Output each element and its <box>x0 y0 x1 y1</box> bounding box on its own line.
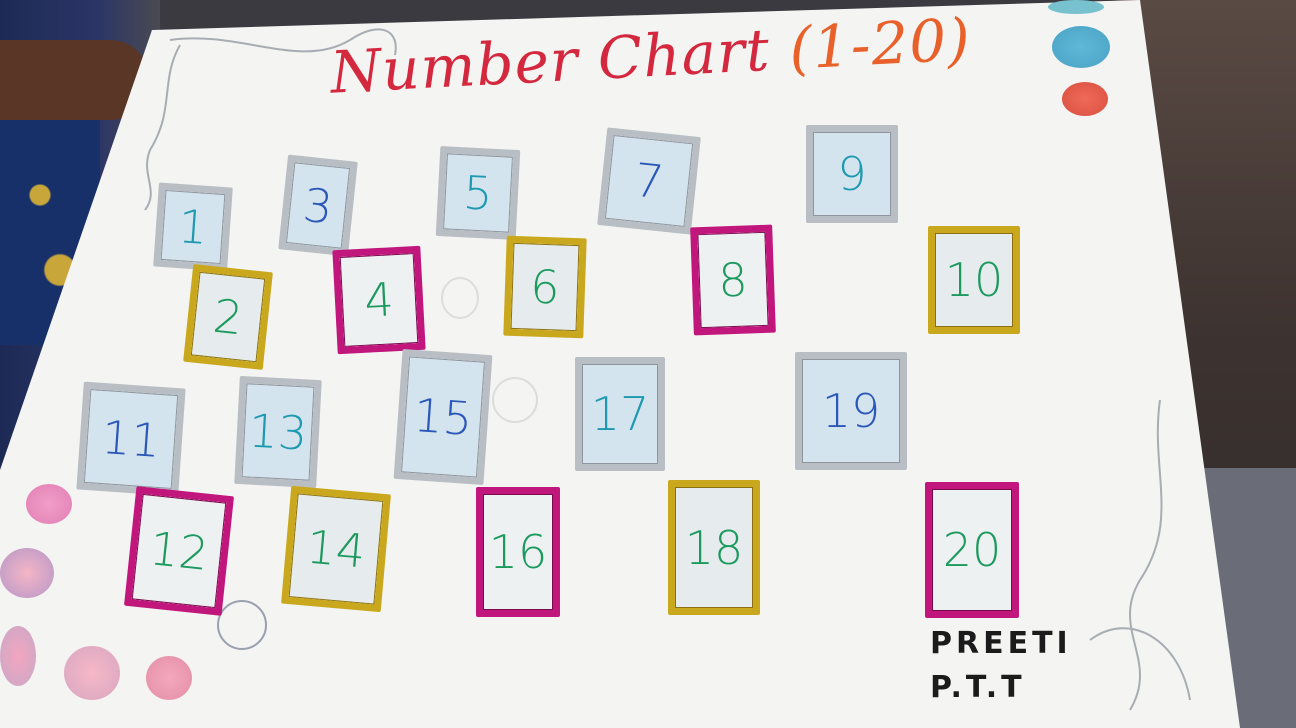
number-card-value: 10 <box>944 253 1004 307</box>
number-card-value: 20 <box>942 523 1002 577</box>
number-card-11: 11 <box>76 381 186 497</box>
number-card-value: 19 <box>821 384 881 438</box>
number-card-value: 9 <box>837 147 867 201</box>
number-card-value: 5 <box>461 165 495 221</box>
number-card-value: 18 <box>684 520 744 575</box>
number-card-value: 14 <box>304 519 368 579</box>
number-card-17: 17 <box>575 357 665 471</box>
number-card-value: 17 <box>590 387 650 441</box>
number-card-value: 4 <box>362 272 396 328</box>
number-card-2: 2 <box>183 264 273 370</box>
signature: PREETI P.T.T <box>930 622 1072 710</box>
number-card-18: 18 <box>668 480 760 615</box>
number-card-value: 3 <box>300 177 336 234</box>
number-card-6: 6 <box>503 235 587 339</box>
number-card-12: 12 <box>123 486 235 616</box>
number-card-19: 19 <box>795 352 907 470</box>
decor-dot <box>146 656 192 700</box>
number-card-14: 14 <box>281 485 391 613</box>
decor-dot <box>1048 0 1104 14</box>
signature-name: PREETI <box>930 626 1072 661</box>
number-card-3: 3 <box>278 154 358 257</box>
number-card-value: 7 <box>631 152 667 210</box>
decor-dot <box>1052 26 1110 68</box>
number-card-value: 1 <box>176 199 210 255</box>
decor-dot <box>64 646 120 700</box>
number-card-4: 4 <box>332 245 426 355</box>
number-card-13: 13 <box>234 375 322 489</box>
number-card-16: 16 <box>476 487 560 617</box>
number-card-7: 7 <box>597 127 701 235</box>
decor-dot <box>0 626 36 686</box>
number-card-8: 8 <box>690 224 776 336</box>
number-card-1: 1 <box>153 182 233 272</box>
signature-role: P.T.T <box>930 670 1026 705</box>
number-card-value: 16 <box>488 525 548 579</box>
decor-dot <box>26 484 72 524</box>
number-card-20: 20 <box>925 482 1019 618</box>
chart-poster: Number Chart (1-20) 1 2 3 4 5 6 7 8 9 10 11 12 13 14 1… <box>0 0 1296 728</box>
number-card-5: 5 <box>435 145 521 241</box>
number-card-value: 15 <box>411 388 475 446</box>
decor-dot <box>1062 82 1108 116</box>
decor-dot <box>0 548 54 598</box>
number-card-value: 12 <box>147 521 211 581</box>
number-card-10: 10 <box>928 226 1020 334</box>
number-card-value: 6 <box>529 259 561 315</box>
number-card-value: 2 <box>210 288 246 346</box>
chart-title-range: (1-20) <box>787 5 973 83</box>
number-card-15: 15 <box>393 349 493 485</box>
number-card-value: 13 <box>247 403 309 461</box>
number-card-value: 8 <box>717 252 749 308</box>
number-card-value: 11 <box>99 410 163 468</box>
number-card-9: 9 <box>806 125 898 223</box>
